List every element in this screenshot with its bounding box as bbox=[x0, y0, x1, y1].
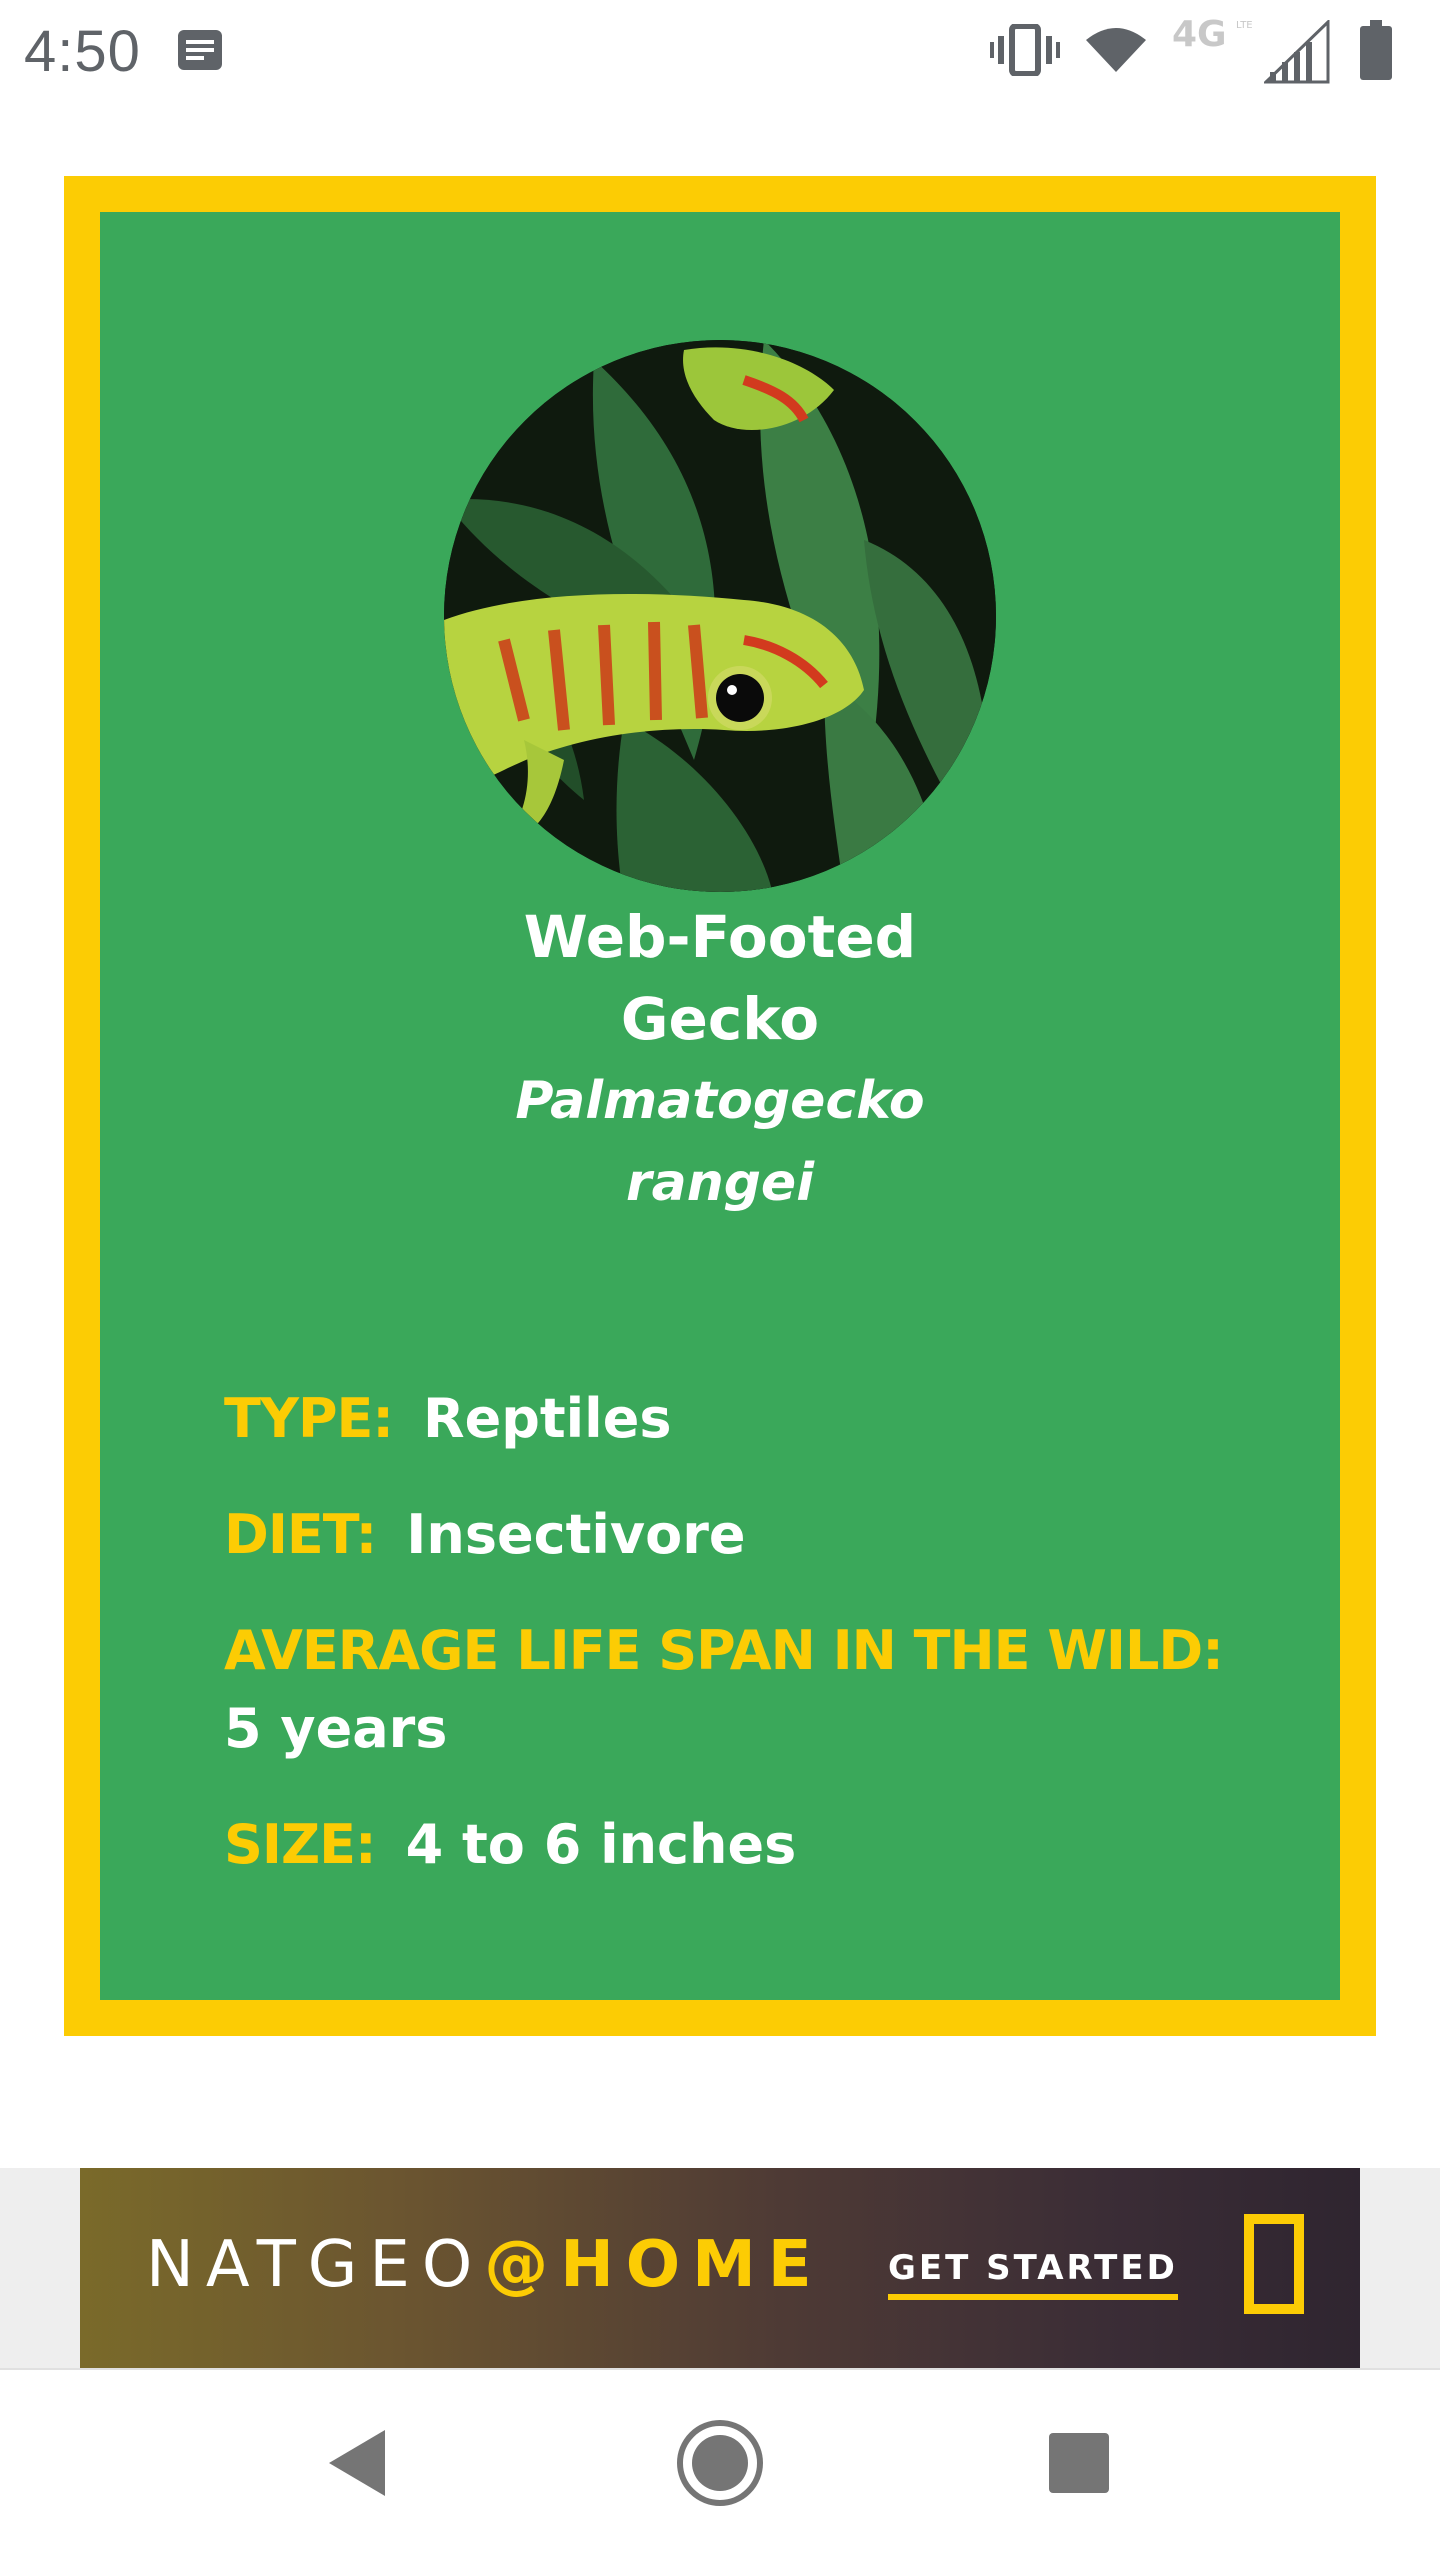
natgeo-logo-icon bbox=[1244, 2214, 1304, 2314]
fact-value: 4 to 6 inches bbox=[405, 1813, 797, 1876]
navigation-bar bbox=[0, 2370, 1440, 2560]
gecko-photo bbox=[444, 340, 996, 892]
svg-text:LTE: LTE bbox=[1236, 20, 1253, 31]
back-button[interactable] bbox=[302, 2410, 412, 2520]
notification-icon bbox=[176, 28, 224, 72]
fact-size: SIZE: 4 to 6 inches bbox=[224, 1806, 1274, 1884]
home-circle-icon bbox=[674, 2417, 766, 2514]
get-started-button[interactable]: GET STARTED bbox=[888, 2248, 1178, 2300]
ad-banner[interactable]: NATGEO@HOME GET STARTED bbox=[80, 2168, 1360, 2368]
vibrate-icon bbox=[990, 23, 1060, 81]
fact-type: TYPE: Reptiles bbox=[224, 1380, 1274, 1458]
common-name-line1: Web-Footed bbox=[523, 903, 917, 971]
ad-brand: NATGEO@HOME bbox=[146, 2228, 824, 2302]
lte-icon: 4G LTE bbox=[1172, 14, 1262, 59]
common-name-line2: Gecko bbox=[620, 985, 820, 1053]
fact-label: AVERAGE LIFE SPAN IN THE WILD: bbox=[224, 1619, 1224, 1682]
fact-value: Reptiles bbox=[423, 1387, 672, 1450]
svg-text:4G: 4G bbox=[1172, 14, 1227, 54]
fact-value: Insectivore bbox=[406, 1503, 746, 1566]
fact-label: SIZE: bbox=[224, 1813, 377, 1876]
back-triangle-icon bbox=[325, 2428, 389, 2503]
ad-brand-natgeo: NATGEO bbox=[146, 2228, 485, 2302]
wifi-icon bbox=[1084, 26, 1148, 79]
fact-lifespan: AVERAGE LIFE SPAN IN THE WILD: 5 years bbox=[224, 1612, 1274, 1768]
fact-value: 5 years bbox=[224, 1697, 448, 1760]
recents-button[interactable] bbox=[1024, 2410, 1134, 2520]
status-time: 4:50 bbox=[24, 19, 141, 84]
fact-diet: DIET: Insectivore bbox=[224, 1496, 1274, 1574]
home-button[interactable] bbox=[665, 2410, 775, 2520]
fact-label: DIET: bbox=[224, 1503, 377, 1566]
scientific-name-line1: Palmatogecko bbox=[515, 1071, 925, 1131]
status-bar: 4:50 4G LTE bbox=[0, 0, 1440, 104]
recents-square-icon bbox=[1047, 2431, 1111, 2500]
animal-title: Web-Footed Gecko Palmatogecko rangei bbox=[420, 896, 1020, 1224]
scientific-name-line2: rangei bbox=[625, 1153, 815, 1213]
fact-label: TYPE: bbox=[224, 1387, 394, 1450]
ad-brand-at: @ bbox=[484, 2228, 561, 2302]
status-icons: 4G LTE bbox=[940, 0, 1440, 104]
battery-icon bbox=[1360, 20, 1392, 85]
ad-brand-home: HOME bbox=[560, 2228, 824, 2302]
signal-icon bbox=[1262, 18, 1332, 89]
